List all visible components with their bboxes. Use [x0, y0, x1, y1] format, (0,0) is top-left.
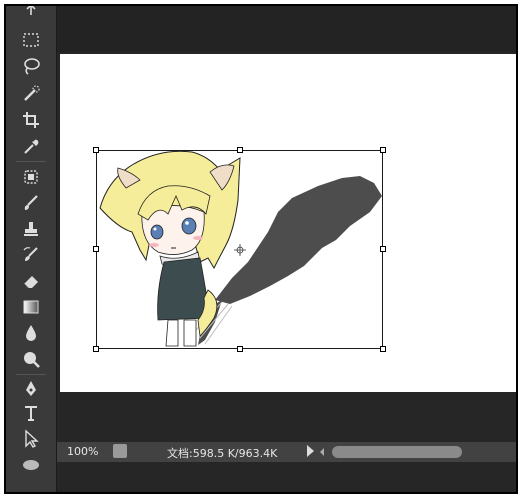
zoom-level[interactable]: 100%: [67, 445, 98, 458]
status-menu-arrow-icon[interactable]: [307, 445, 314, 457]
dodge-icon: [24, 352, 40, 368]
eyedropper-tool[interactable]: [18, 136, 44, 158]
transform-handle-bottom[interactable]: [237, 346, 243, 352]
healing-icon: [24, 170, 38, 184]
status-bar: 100% 文档:598.5 K/963.4K: [57, 442, 516, 462]
type-icon: [25, 406, 37, 421]
ellipse-icon: [23, 460, 39, 470]
document-tab-area: [57, 6, 516, 52]
marquee-icon: [23, 33, 39, 47]
crop-icon: [23, 112, 39, 128]
dodge-tool[interactable]: [18, 348, 44, 370]
crop-tool[interactable]: [18, 109, 44, 131]
lasso-icon: [24, 58, 40, 75]
pen-tool[interactable]: [18, 378, 44, 400]
blur-tool[interactable]: [18, 322, 44, 344]
brush-icon: [24, 195, 38, 210]
bottom-panel: [57, 462, 516, 492]
transform-handle-top[interactable]: [237, 147, 243, 153]
document-icon[interactable]: [113, 444, 127, 458]
lasso-tool[interactable]: [18, 55, 44, 77]
brush-tool[interactable]: [18, 192, 44, 214]
clone-stamp-tool[interactable]: [18, 218, 44, 240]
marquee-tool[interactable]: [18, 29, 44, 51]
document-size-info: 文档:598.5 K/963.4K: [167, 447, 278, 460]
scroll-left-icon[interactable]: [320, 448, 324, 456]
transform-handle-top-left[interactable]: [93, 147, 99, 153]
path-select-icon: [25, 429, 39, 448]
move-icon: [26, 6, 36, 15]
gradient-icon: [23, 300, 39, 314]
tools-panel: [6, 6, 57, 492]
horizontal-scrollbar-thumb[interactable]: [332, 446, 462, 458]
move-tool[interactable]: [18, 6, 44, 24]
eraser-tool[interactable]: [18, 270, 44, 292]
transform-handle-left[interactable]: [93, 246, 99, 252]
transform-handle-top-right[interactable]: [380, 147, 386, 153]
eyedropper-icon: [24, 139, 39, 154]
history-brush-icon: [23, 247, 38, 261]
blur-icon: [26, 325, 36, 341]
quick-select-tool[interactable]: [18, 83, 44, 105]
healing-brush-tool[interactable]: [18, 166, 44, 188]
free-transform-box[interactable]: [96, 150, 383, 349]
path-selection-tool[interactable]: [18, 428, 44, 450]
type-tool[interactable]: [18, 402, 44, 424]
history-brush-tool[interactable]: [18, 244, 44, 266]
quick-select-icon: [24, 85, 40, 101]
transform-handle-bottom-left[interactable]: [93, 346, 99, 352]
stamp-icon: [24, 222, 38, 236]
gradient-tool[interactable]: [18, 296, 44, 318]
pen-icon: [26, 381, 36, 396]
ellipse-tool[interactable]: [18, 454, 44, 476]
transform-handle-bottom-right[interactable]: [380, 346, 386, 352]
pasteboard: [57, 392, 516, 442]
eraser-icon: [23, 276, 38, 290]
transform-handle-right[interactable]: [380, 246, 386, 252]
